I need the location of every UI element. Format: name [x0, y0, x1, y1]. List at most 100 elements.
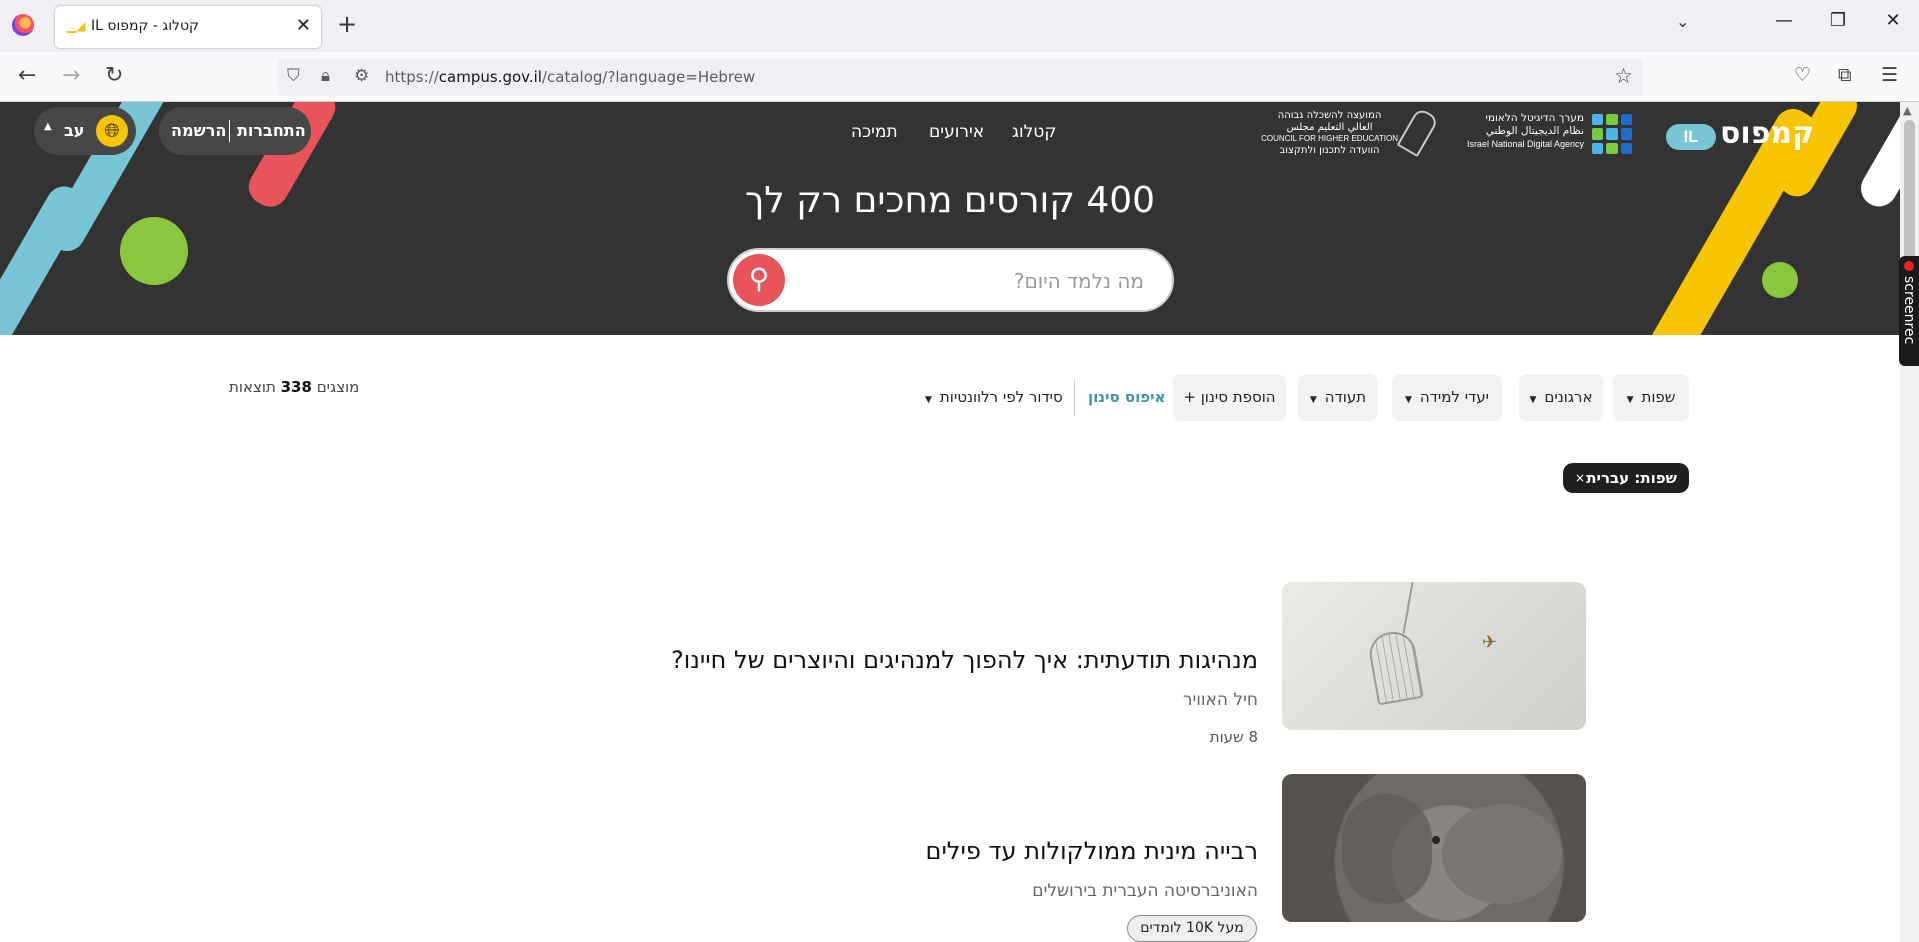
screenrec-widget[interactable]: screenrec [1899, 256, 1919, 366]
elephant-trunk-image [1342, 794, 1432, 904]
caret-icon: ▲ [44, 121, 52, 132]
permissions-icon[interactable]: ⚙ [354, 66, 369, 86]
lock-icon[interactable]: 🔒︎ [321, 66, 330, 86]
filter-certificate-label: תעודה [1324, 388, 1367, 406]
filter-learning-goals-label: יעדי למידה [1419, 388, 1490, 406]
minimize-icon[interactable]: — [1769, 10, 1799, 31]
results-prefix: מוצגים [316, 378, 360, 396]
back-icon[interactable]: ← [18, 63, 36, 88]
chevron-down-icon: ▼ [1529, 395, 1537, 405]
digital-agency-line2: نظام الديجيتال الوطني [1485, 125, 1584, 137]
hero-title: 400 קורסים מחכים רק לך [744, 180, 1156, 221]
che-line3: COUNCIL FOR HIGHER EDUCATION [1261, 134, 1398, 143]
elephant-eye-image [1432, 836, 1440, 844]
active-filter-chip[interactable]: שפות: עברית × [1563, 463, 1689, 493]
cage-cord [1402, 582, 1414, 634]
course-title[interactable]: מנהיגות תודעתית: איך להפוך למנהיגים והיו… [671, 646, 1258, 674]
results-count: מוצגים 338 תוצאות [229, 378, 359, 396]
pocket-icon[interactable]: ♡ [1794, 64, 1811, 86]
plus-icon[interactable]: + [337, 10, 357, 38]
course-image[interactable]: ✈ [1282, 582, 1586, 730]
course-org: האוניברסיטה העברית בירושלים [1032, 881, 1258, 901]
browser-tab[interactable]: ▁◢ קטלוג - קמפוס IL ✕ [55, 6, 321, 48]
chevron-down-icon[interactable]: ⌄ [1676, 12, 1689, 31]
digital-agency-icon [1592, 114, 1632, 154]
nav-events[interactable]: אירועים [929, 122, 984, 142]
sort-label: סידור לפי רלוונטיות [939, 388, 1063, 406]
course-image[interactable] [1282, 774, 1586, 922]
course-org: חיל האוויר [1182, 690, 1258, 710]
active-filter-label: שפות: עברית [1586, 469, 1677, 487]
filter-languages[interactable]: שפות ▼ [1613, 374, 1689, 421]
digital-agency-logo[interactable]: מערך הדיגיטל הלאומי نظام الديجيتال الوطن… [1466, 110, 1632, 158]
browser-nav-bar: ← → ↻ ⛉ 🔒︎ ⚙ https://campus.gov.il/catal… [0, 52, 1919, 102]
chevron-down-icon: ▼ [1309, 395, 1317, 405]
record-icon [1904, 261, 1914, 271]
filter-organizations-label: ארגונים [1544, 388, 1593, 406]
council-higher-education-logo[interactable]: המועצה להשכלה גבוהה العالي التعليم مجلس … [1261, 106, 1440, 158]
search-placeholder: מה נלמד היום? [1013, 269, 1144, 293]
filter-certificate[interactable]: תעודה ▼ [1298, 374, 1378, 421]
language-selector[interactable]: 🌐︎ עב ▲ [34, 107, 136, 155]
digital-agency-line1: מערך הדיגיטל הלאומי [1485, 112, 1584, 124]
url-text[interactable]: https://campus.gov.il/catalog/?language=… [385, 68, 755, 86]
chevron-down-icon: ▼ [925, 395, 932, 405]
filter-languages-label: שפות [1641, 388, 1676, 406]
filter-learning-goals[interactable]: יעדי למידה ▼ [1392, 374, 1502, 421]
star-icon[interactable]: ☆ [1614, 64, 1633, 88]
close-icon[interactable]: ✕ [296, 15, 311, 36]
scroll-up-icon[interactable]: ▲ [1903, 104, 1911, 117]
results-number: 338 [280, 378, 312, 396]
elephant-ear-image [1442, 804, 1562, 904]
search-icon[interactable]: ⚲ [733, 254, 785, 306]
browser-tab-bar: ▁◢ קטלוג - קמפוס IL ✕ + ⌄ — ❐ ✕ [0, 0, 1919, 52]
auth-separator [229, 120, 230, 142]
che-text: המועצה להשכלה גבוהה العالي التعليم مجلس … [1261, 110, 1398, 156]
sort-dropdown[interactable]: סידור לפי רלוונטיות ▼ [925, 388, 1063, 406]
reset-filters-link[interactable]: איפוס סינון [1088, 388, 1165, 406]
register-link[interactable]: הרשמה [171, 121, 226, 140]
site-header: IL קמפוס ⟋⟋ מערך הדיגיטל הלאומי نظام الد… [0, 102, 1900, 335]
che-line4: הוועדה לתכנון ולתקצוב [1279, 144, 1380, 156]
results-suffix: תוצאות [229, 378, 276, 396]
reload-icon[interactable]: ↻ [105, 63, 123, 88]
nav-catalog[interactable]: קטלוג [1012, 122, 1056, 142]
che-line2: العالي التعليم مجلس [1286, 121, 1373, 133]
language-label: עב [64, 121, 85, 140]
filter-organizations[interactable]: ארגונים ▼ [1519, 374, 1603, 421]
restore-icon[interactable]: ❐ [1823, 10, 1853, 31]
digital-agency-line3: Israel National Digital Agency [1466, 139, 1584, 149]
forward-icon[interactable]: → [62, 63, 80, 88]
tab-title: קטלוג - קמפוס IL [91, 18, 199, 34]
shield-icon[interactable]: ⛉ [287, 66, 300, 86]
filter-divider [1074, 380, 1075, 416]
auth-buttons: התחברות הרשמה [159, 107, 311, 155]
chevron-down-icon: ▼ [1626, 395, 1634, 405]
firefox-icon[interactable] [12, 14, 34, 36]
birdcage-image [1366, 628, 1424, 706]
login-link[interactable]: התחברות [237, 121, 306, 140]
chevron-down-icon: ▼ [1404, 395, 1412, 405]
course-title[interactable]: רבייה מינית ממולקולות עד פילים [926, 837, 1258, 865]
brand-name: קמפוס [1720, 116, 1815, 151]
remove-filter-icon[interactable]: × [1575, 463, 1585, 493]
url-bar[interactable]: ⛉ 🔒︎ ⚙ https://campus.gov.il/catalog/?la… [278, 58, 1643, 96]
digital-agency-text: מערך הדיגיטל הלאומי نظام الديجيتال الوطن… [1467, 112, 1584, 151]
add-filter-button[interactable]: הוספת סינון + [1173, 374, 1286, 421]
che-emblem-icon [1396, 106, 1440, 158]
page-scrollbar[interactable]: ▲ [1900, 102, 1919, 942]
extensions-icon[interactable]: ⧉ [1838, 64, 1852, 86]
green-dot-left [120, 217, 188, 285]
green-dot-right [1762, 262, 1798, 298]
course-search-input[interactable]: מה נלמד היום? ⚲ [727, 248, 1174, 312]
nav-support[interactable]: תמיכה [851, 122, 898, 142]
che-line1: המועצה להשכלה גבוהה [1277, 110, 1382, 121]
screenrec-label: screenrec [1901, 276, 1917, 345]
brand-rays-icon: ⟋⟋ [1816, 116, 1844, 140]
globe-icon: 🌐︎ [96, 115, 128, 147]
bird-image: ✈ [1482, 632, 1498, 653]
window-close-icon[interactable]: ✕ [1878, 10, 1908, 31]
menu-icon[interactable]: ☰ [1881, 64, 1898, 86]
learners-badge: מעל 10K לומדים [1127, 915, 1257, 942]
campus-favicon-icon: ▁◢ [67, 19, 86, 33]
